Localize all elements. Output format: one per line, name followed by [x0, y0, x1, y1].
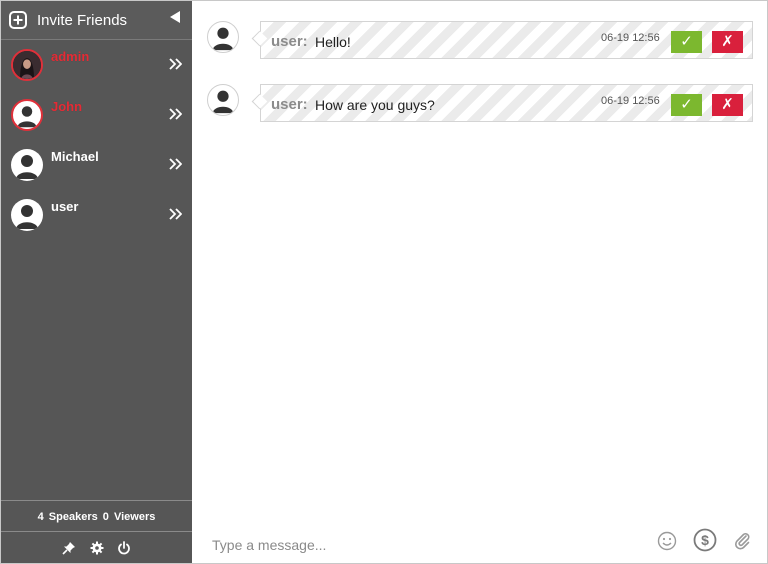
- chat-message: user: How are you guys? 06-19 12:56 ✓ ✗: [192, 84, 767, 128]
- app-window: Invite Friends admin John Michael user 4…: [0, 0, 768, 564]
- reject-button[interactable]: ✗: [712, 31, 743, 53]
- sidebar-user-admin[interactable]: admin: [1, 41, 192, 89]
- speakers-count: 4: [37, 511, 44, 523]
- avatar: [207, 21, 239, 53]
- message-author: user:: [271, 33, 308, 50]
- gear-icon[interactable]: [90, 541, 104, 555]
- sidebar-toolbar: [1, 534, 192, 562]
- message-text: How are you guys?: [315, 97, 435, 113]
- dollar-icon[interactable]: $: [693, 528, 717, 552]
- chat-message: user: Hello! 06-19 12:56 ✓ ✗: [192, 21, 767, 65]
- check-icon: ✓: [680, 96, 693, 113]
- stats-text: 4 Speakers 0 Viewers: [37, 511, 157, 523]
- user-name: John: [51, 99, 83, 114]
- avatar: [11, 199, 43, 231]
- check-icon: ✓: [680, 33, 693, 50]
- pin-icon[interactable]: [62, 541, 76, 555]
- plus-icon: [9, 11, 27, 29]
- user-silhouette-icon: [16, 155, 38, 179]
- power-icon[interactable]: [117, 541, 131, 555]
- x-icon: ✗: [721, 33, 734, 50]
- invite-friends-button[interactable]: Invite Friends: [1, 1, 192, 40]
- participant-stats: 4 Speakers 0 Viewers: [1, 500, 192, 532]
- sidebar: Invite Friends admin John Michael user 4…: [1, 1, 192, 563]
- user-silhouette-icon: [212, 27, 234, 51]
- viewers-label: Viewers: [113, 511, 156, 523]
- user-name: admin: [51, 49, 90, 64]
- avatar: [11, 99, 43, 131]
- chevron-right-icon[interactable]: [169, 208, 182, 220]
- collapse-arrow-icon[interactable]: [169, 10, 181, 24]
- message-composer: $: [192, 525, 767, 563]
- sidebar-user-user[interactable]: user: [1, 191, 192, 239]
- svg-text:$: $: [701, 532, 709, 548]
- message-text: Hello!: [315, 34, 351, 50]
- x-icon: ✗: [721, 96, 734, 113]
- accept-button[interactable]: ✓: [671, 31, 702, 53]
- user-name: user: [51, 199, 79, 214]
- reject-button[interactable]: ✗: [712, 94, 743, 116]
- message-author: user:: [271, 96, 308, 113]
- accept-button[interactable]: ✓: [671, 94, 702, 116]
- paperclip-icon[interactable]: [732, 530, 752, 550]
- avatar: [207, 84, 239, 116]
- user-name: Michael: [51, 149, 99, 164]
- invite-friends-label: Invite Friends: [37, 12, 128, 29]
- message-input[interactable]: [210, 534, 634, 556]
- emoji-icon[interactable]: [657, 531, 677, 551]
- viewers-count: 0: [102, 511, 109, 523]
- user-silhouette-icon: [16, 205, 38, 229]
- message-timestamp: 06-19 12:56: [601, 95, 660, 107]
- sidebar-user-john[interactable]: John: [1, 91, 192, 139]
- user-photo-icon: [13, 51, 41, 79]
- chevron-right-icon[interactable]: [169, 58, 182, 70]
- chevron-right-icon[interactable]: [169, 108, 182, 120]
- message-timestamp: 06-19 12:56: [601, 32, 660, 44]
- avatar: [11, 49, 43, 81]
- message-bubble: user: How are you guys? 06-19 12:56 ✓ ✗: [260, 84, 753, 122]
- speakers-label: Speakers: [48, 511, 98, 523]
- user-silhouette-icon: [212, 90, 234, 114]
- chevron-right-icon[interactable]: [169, 158, 182, 170]
- message-bubble: user: Hello! 06-19 12:56 ✓ ✗: [260, 21, 753, 59]
- chat-panel: user: Hello! 06-19 12:56 ✓ ✗ user: How a…: [192, 1, 767, 563]
- avatar: [11, 149, 43, 181]
- sidebar-user-michael[interactable]: Michael: [1, 141, 192, 189]
- user-silhouette-icon: [17, 106, 37, 128]
